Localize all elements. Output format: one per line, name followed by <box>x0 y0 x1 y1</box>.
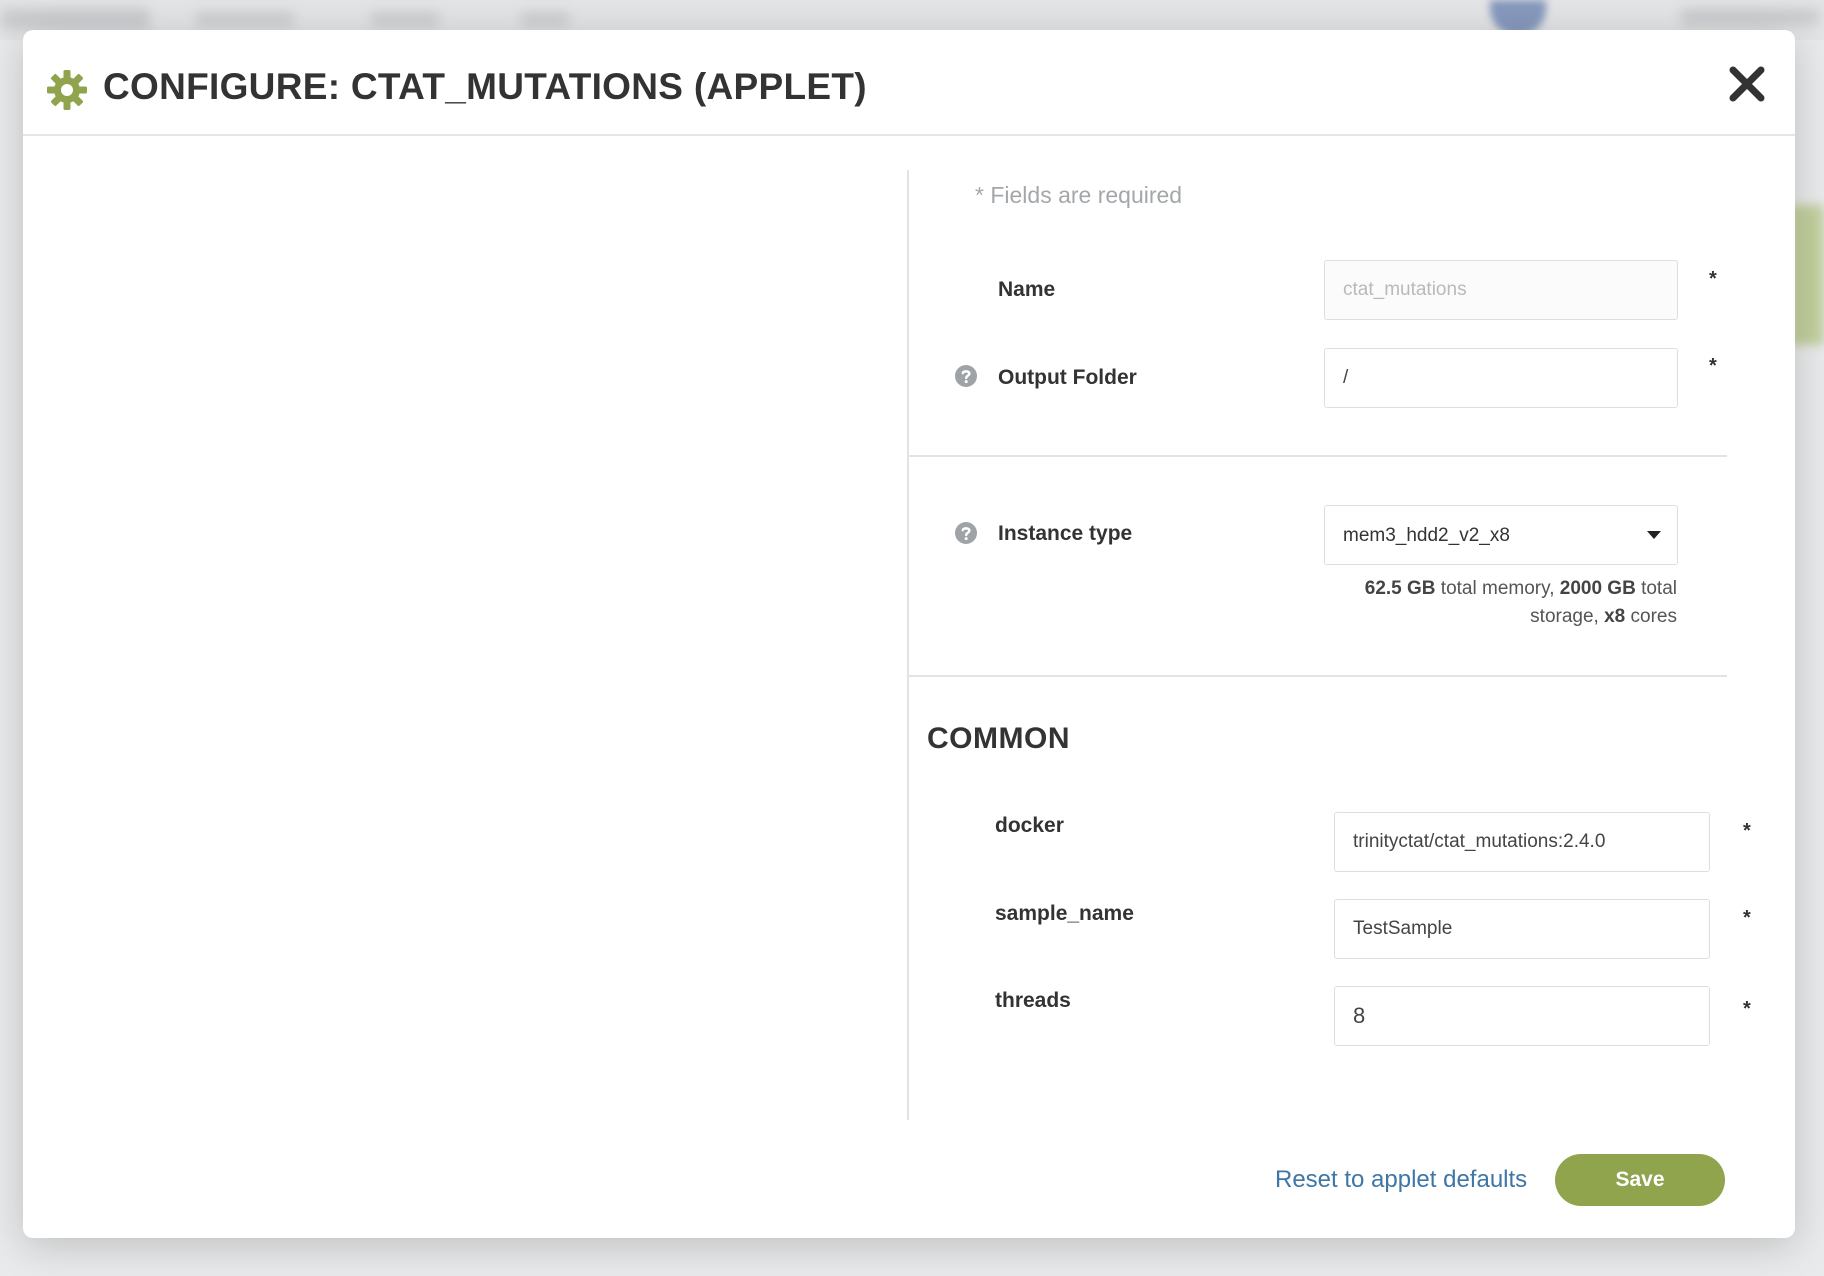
save-button[interactable]: Save <box>1555 1154 1725 1206</box>
required-marker: * <box>1743 907 1751 929</box>
required-marker: * <box>1743 998 1751 1020</box>
instance-memory: 62.5 GB <box>1364 578 1436 599</box>
background-green-panel <box>1790 205 1824 345</box>
output-folder-label: Output Folder <box>998 366 1137 389</box>
instance-type-select[interactable]: mem3_hdd2_v2_x8 <box>1324 505 1678 565</box>
name-input[interactable] <box>1324 260 1678 320</box>
panel-divider <box>907 170 909 1120</box>
required-marker: * <box>1743 820 1751 842</box>
docker-label: docker <box>995 814 1064 837</box>
section-divider <box>909 675 1727 677</box>
background-nav <box>370 12 440 26</box>
sample-name-input[interactable] <box>1334 899 1710 959</box>
required-marker: * <box>1709 268 1717 290</box>
background-nav <box>520 12 570 26</box>
section-title-common: COMMON <box>927 722 1070 755</box>
instance-type-label: Instance type <box>998 522 1133 545</box>
required-marker: * <box>1709 355 1717 377</box>
background-logo <box>0 8 150 30</box>
name-label: Name <box>998 278 1056 301</box>
help-icon[interactable] <box>954 364 978 388</box>
threads-input[interactable] <box>1334 986 1710 1046</box>
gear-icon <box>47 70 87 110</box>
output-folder-input[interactable] <box>1324 348 1678 408</box>
sample-name-label: sample_name <box>995 902 1134 925</box>
instance-memory-suffix: total memory, <box>1435 578 1560 599</box>
instance-cores: x8 <box>1604 606 1626 627</box>
instance-cores-suffix: cores <box>1625 606 1677 627</box>
caret-down-icon <box>1647 531 1661 539</box>
instance-storage: 2000 GB <box>1559 578 1636 599</box>
reset-defaults-link[interactable]: Reset to applet defaults <box>1275 1166 1527 1194</box>
required-note: * Fields are required <box>975 182 1183 208</box>
help-icon[interactable] <box>954 521 978 545</box>
docker-input[interactable] <box>1334 812 1710 872</box>
background-nav <box>195 12 295 26</box>
modal-header: CONFIGURE: CTAT_MUTATIONS (APPLET) <box>23 30 1795 136</box>
instance-type-details: 62.5 GB total memory, 2000 GB total stor… <box>1323 575 1677 631</box>
background-nav <box>1680 8 1820 26</box>
threads-label: threads <box>995 989 1071 1012</box>
modal-title: CONFIGURE: CTAT_MUTATIONS (APPLET) <box>103 66 867 107</box>
instance-type-value: mem3_hdd2_v2_x8 <box>1343 525 1510 546</box>
section-divider <box>909 455 1727 457</box>
close-icon[interactable] <box>1727 64 1767 104</box>
configure-modal: CONFIGURE: CTAT_MUTATIONS (APPLET) * Fie… <box>23 30 1795 1238</box>
